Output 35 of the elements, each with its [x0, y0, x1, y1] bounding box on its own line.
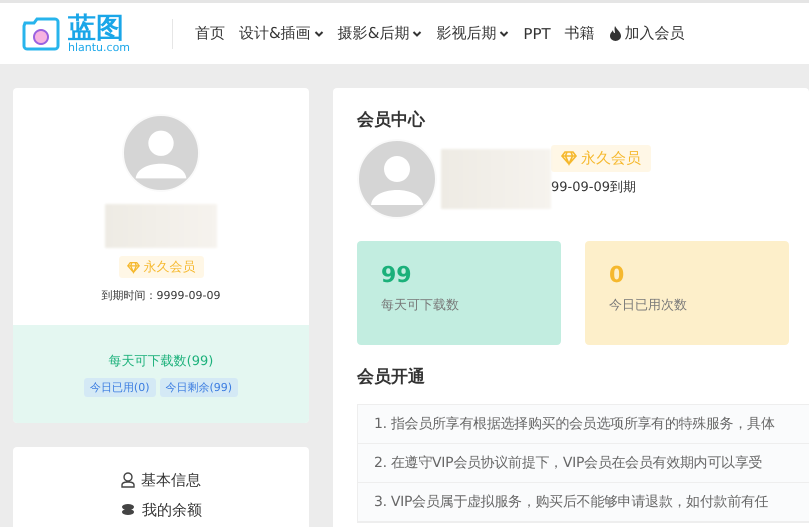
logo-domain: hlantu.com: [68, 42, 130, 54]
avatar-icon: [122, 114, 200, 192]
quota-title: 每天可下载数(99): [108, 352, 214, 370]
quota-tag: 今日剩余(99): [160, 378, 238, 396]
flame-icon: [608, 26, 622, 41]
stat-value: 99: [381, 263, 413, 288]
avatar-icon: [357, 139, 437, 219]
diamond-icon: [561, 150, 577, 166]
nav-link[interactable]: 设计&插画: [239, 24, 324, 43]
diamond-icon: [126, 260, 140, 274]
stat-value: 0: [609, 263, 626, 288]
menu-item[interactable]: 我的余额: [13, 495, 309, 525]
badge-text: 永久会员: [144, 259, 196, 276]
quota-tag: 今日已用(0): [84, 378, 156, 396]
stat-label: 每天可下载数: [381, 297, 460, 314]
logo-text: 蓝图: [68, 14, 124, 42]
section-title: 会员中心: [357, 109, 426, 131]
camera-logo-icon: [22, 16, 60, 50]
badge-text: 永久会员: [581, 148, 641, 168]
stat-label: 今日已用次数: [609, 297, 688, 314]
terms-item: 2. 在遵守VIP会员协议前提下，VIP会员在会员有效期内可以享受: [358, 444, 809, 483]
terms-item: 3. VIP会员属于虚拟服务，购买后不能够申请退款，如付款前有任: [358, 483, 809, 522]
nav-link[interactable]: 首页: [195, 24, 225, 43]
nav-link[interactable]: PPT: [523, 24, 551, 43]
terms-item: 1. 指会员所享有根据选择购买的会员选项所享有的特殊服务，具体: [358, 405, 809, 444]
nav-link[interactable]: 加入会员: [608, 24, 685, 43]
coins-icon: [120, 503, 136, 517]
expiry-date: 99-09-09到期: [551, 178, 638, 196]
section-title: 会员开通: [357, 366, 426, 388]
user-icon: [121, 472, 135, 488]
nav-link[interactable]: 书籍: [564, 24, 595, 43]
nav-link[interactable]: 摄影&后期: [338, 24, 422, 43]
nav-link[interactable]: 影视后期: [436, 24, 510, 43]
menu-item[interactable]: 基本信息: [13, 465, 309, 495]
expiry-date: 到期时间：9999-09-09: [102, 288, 220, 303]
